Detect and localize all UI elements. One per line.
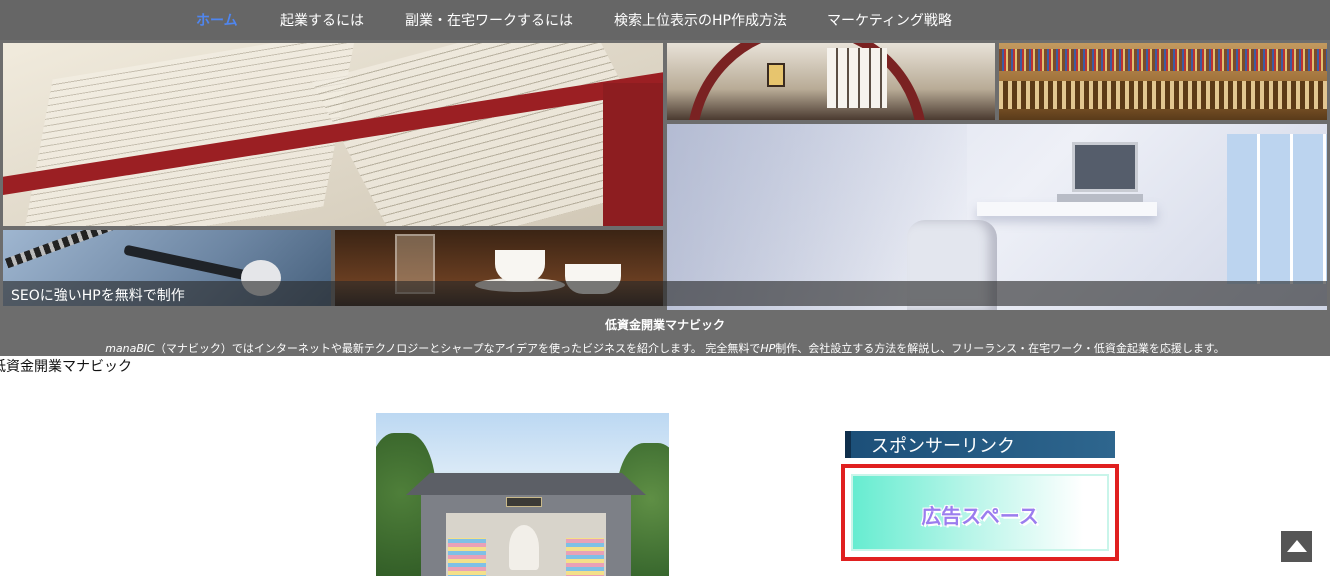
hero-caption[interactable]: SEOに強いHPを無料で制作 — [11, 285, 185, 305]
breadcrumb: 低資金開業マナビック — [0, 358, 132, 374]
back-to-top-button[interactable] — [1281, 531, 1312, 562]
hero-image-arcade[interactable] — [667, 43, 995, 120]
nav-item-home[interactable]: ホーム — [196, 10, 238, 30]
article-image-temple[interactable] — [376, 413, 669, 576]
site-description-hp: HP — [760, 342, 776, 355]
hero-caption-bar: SEOに強いHPを無料で制作 — [3, 281, 1327, 306]
ad-space-box[interactable]: 広告スペース — [841, 464, 1119, 561]
hero-image-library[interactable] — [999, 43, 1327, 120]
site-description: manaBIC（マナビック）ではインターネットや最新テクノロジーとシャープなアイ… — [0, 340, 1330, 356]
nav-item-marketing[interactable]: マーケティング戦略 — [827, 10, 952, 30]
arrow-up-icon — [1287, 540, 1307, 552]
site-title: 低資金開業マナビック — [604, 318, 725, 332]
nav-item-side-business[interactable]: 副業・在宅ワークするには — [405, 10, 573, 30]
sponsor-link-title: スポンサーリンク — [871, 436, 1015, 457]
site-description-tail: 制作、会社設立する方法を解説し、フリーランス・在宅ワーク・低資金起業を応援します… — [775, 342, 1225, 355]
hero-banner: SEOに強いHPを無料で制作 低資金開業マナビック manaBIC（マナビック）… — [0, 40, 1330, 356]
ad-space-label: 広告スペース — [921, 504, 1039, 528]
ad-space-banner[interactable]: 広告スペース — [851, 474, 1109, 551]
sponsor-link-heading: スポンサーリンク — [845, 431, 1115, 458]
nav-item-startup[interactable]: 起業するには — [280, 10, 364, 30]
nav-item-seo-hp[interactable]: 検索上位表示のHP作成方法 — [614, 10, 787, 30]
site-description-brand: manaBIC — [105, 342, 155, 355]
hero-image-book[interactable] — [3, 43, 663, 226]
site-description-text: （マナビック）ではインターネットや最新テクノロジーとシャープなアイデアを使ったビ… — [154, 342, 761, 355]
top-nav: ホーム 起業するには 副業・在宅ワークするには 検索上位表示のHP作成方法 マー… — [0, 0, 1330, 40]
